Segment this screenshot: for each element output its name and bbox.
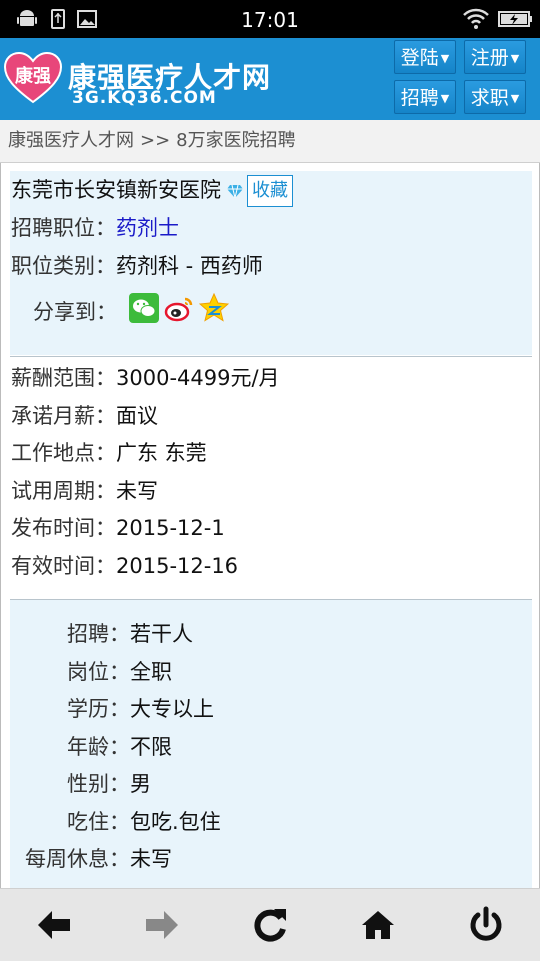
requirement-value: 全职: [130, 659, 172, 684]
requirement-label: 年龄：: [67, 734, 130, 759]
detail-value: 面议: [116, 403, 158, 428]
detail-label: 薪酬范围：: [11, 366, 116, 390]
caret-down-icon: ▼: [510, 91, 520, 105]
detail-value: 广东 东莞: [116, 441, 207, 465]
detail-row: 承诺月薪：面议: [11, 401, 158, 431]
requirement-label: 学历：: [67, 697, 130, 721]
job-seek-button[interactable]: 求职 ▼: [464, 80, 526, 114]
detail-row: 有效时间：2015-12-16: [11, 551, 238, 581]
forward-arrow-icon[interactable]: [142, 905, 182, 945]
status-time: 17:01: [241, 8, 299, 32]
recruit-label: 招聘: [400, 87, 439, 109]
requirement-label: 性别：: [67, 772, 130, 796]
job-detail-content: 东莞市长安镇新安医院 收藏 招聘职位：药剂士 职位类别：药剂科 - 西药师 分享到…: [0, 163, 540, 888]
requirement-label: 岗位：: [67, 659, 130, 684]
detail-label: 试用周期：: [11, 478, 116, 503]
detail-label: 发布时间：: [11, 516, 116, 540]
logo-heart-text: 康强: [15, 65, 51, 87]
requirement-row-label-wrap: 岗位：: [11, 657, 130, 687]
login-button[interactable]: 登陆 ▼: [394, 40, 456, 74]
refresh-icon[interactable]: [250, 905, 290, 945]
diamond-icon: [227, 184, 243, 198]
requirement-value: 男: [130, 772, 151, 796]
breadcrumb: 康强医疗人才网 >> 8万家医院招聘: [0, 120, 540, 163]
category-label: 职位类别：: [11, 254, 116, 278]
breadcrumb-current[interactable]: 8万家医院招聘: [176, 130, 295, 151]
requirement-label: 每周休息：: [25, 847, 130, 871]
detail-value: 3000-4499元/月: [116, 366, 280, 390]
caret-down-icon: ▼: [440, 51, 450, 65]
detail-value: 未写: [116, 478, 158, 503]
detail-row: 试用周期：未写: [11, 476, 158, 506]
position-row: 招聘职位：药剂士: [11, 213, 179, 243]
site-header: 康强 康强医疗人才网 3G.KQ36.COM 登陆 ▼ 注册 ▼ 招聘 ▼ 求职 ▼: [0, 38, 540, 120]
detail-value: 2015-12-1: [116, 516, 225, 540]
home-icon[interactable]: [358, 905, 398, 945]
qzone-share-icon[interactable]: [199, 293, 229, 323]
category-row: 职位类别：药剂科 - 西药师: [11, 251, 263, 281]
logo-domain: 3G.KQ36.COM: [72, 88, 217, 108]
detail-row: 工作地点：广东 东莞: [11, 438, 207, 468]
status-bar: 17:01: [0, 0, 540, 38]
power-icon[interactable]: [466, 905, 506, 945]
requirement-row-label-wrap: 吃住：: [11, 807, 130, 837]
position-label: 招聘职位：: [11, 216, 116, 240]
browser-toolbar: [0, 888, 540, 961]
register-label: 注册: [470, 47, 509, 69]
detail-label: 工作地点：: [11, 441, 116, 465]
requirement-label: 招聘：: [67, 622, 130, 646]
requirement-value: 包吃.包住: [130, 809, 221, 834]
favorite-button[interactable]: 收藏: [247, 175, 293, 207]
wifi-icon: [463, 8, 489, 29]
detail-value: 2015-12-16: [116, 553, 239, 578]
logo-heart-icon[interactable]: 康强: [4, 52, 62, 104]
requirement-value: 不限: [130, 734, 172, 759]
hospital-name[interactable]: 东莞市长安镇新安医院: [11, 178, 221, 202]
detail-row: 发布时间：2015-12-1: [11, 513, 225, 543]
requirement-label: 吃住：: [67, 809, 130, 834]
position-link[interactable]: 药剂士: [116, 216, 179, 240]
recruit-button[interactable]: 招聘 ▼: [394, 80, 456, 114]
breadcrumb-home[interactable]: 康强医疗人才网: [8, 130, 134, 151]
battery-charging-icon: [498, 11, 532, 27]
share-label: 分享到：: [33, 300, 117, 324]
requirement-row-label-wrap: 招聘：: [11, 619, 130, 649]
requirement-value: 未写: [130, 847, 172, 871]
requirement-value: 大专以上: [130, 697, 214, 721]
hospital-row: 东莞市长安镇新安医院 收藏: [11, 175, 293, 207]
category-value: 药剂科 - 西药师: [116, 254, 263, 278]
job-seek-label: 求职: [470, 87, 509, 109]
divider: [10, 356, 532, 357]
requirement-row-label-wrap: 每周休息：: [11, 844, 130, 874]
detail-label: 有效时间：: [11, 553, 116, 578]
caret-down-icon: ▼: [510, 51, 520, 65]
login-label: 登陆: [400, 47, 439, 69]
wechat-share-icon[interactable]: [129, 293, 159, 323]
detail-row: 薪酬范围：3000-4499元/月: [11, 363, 280, 393]
requirement-row-label-wrap: 年龄：: [11, 732, 130, 762]
back-arrow-icon[interactable]: [34, 905, 74, 945]
register-button[interactable]: 注册 ▼: [464, 40, 526, 74]
share-row: 分享到：: [33, 297, 117, 327]
breadcrumb-separator: >>: [140, 130, 171, 151]
requirement-row-label-wrap: 性别：: [11, 769, 130, 799]
weibo-share-icon[interactable]: [164, 293, 194, 323]
requirement-row-label-wrap: 学历：: [11, 694, 130, 724]
requirement-value: 若干人: [130, 622, 193, 646]
caret-down-icon: ▼: [440, 91, 450, 105]
detail-label: 承诺月薪：: [11, 403, 116, 428]
